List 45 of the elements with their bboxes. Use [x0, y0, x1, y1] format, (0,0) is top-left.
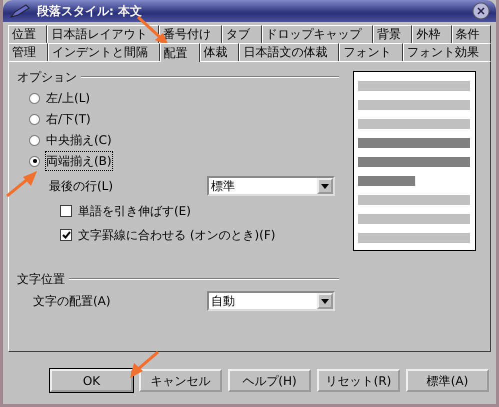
- section-title: 文字位置: [17, 271, 65, 288]
- dialog-button[interactable]: ヘルプ(H): [228, 369, 311, 392]
- annotation-arrow: [130, 350, 159, 378]
- radio-button[interactable]: [29, 134, 40, 146]
- checkbox-label: 文字罫線に合わせる (オンのとき)(F): [78, 227, 276, 244]
- radio-label: 左/上(L): [46, 90, 90, 107]
- dialog-button[interactable]: OK: [50, 369, 133, 392]
- tab[interactable]: 番号付け: [158, 25, 222, 43]
- caret-icon: [321, 184, 329, 188]
- tab[interactable]: タブ: [222, 25, 262, 43]
- tab[interactable]: 背景: [372, 25, 412, 43]
- annotation-arrow: [6, 171, 37, 198]
- dropdown[interactable]: 自動: [207, 291, 335, 311]
- checkbox[interactable]: [60, 205, 72, 217]
- tab[interactable]: ドロップキャップ: [262, 25, 373, 43]
- dropdown[interactable]: 標準: [207, 176, 335, 196]
- radio-button[interactable]: [29, 114, 40, 124]
- tab[interactable]: フォント効果: [403, 43, 492, 61]
- dialog-button[interactable]: キャンセル: [139, 369, 222, 392]
- dialog-button[interactable]: リセット(R): [317, 369, 400, 392]
- tab[interactable]: 管理: [8, 43, 48, 61]
- radio-button[interactable]: [29, 92, 40, 104]
- radio-label: 両端揃え(B): [46, 152, 112, 170]
- radio-button[interactable]: [29, 156, 40, 166]
- tab[interactable]: インデントと間隔: [48, 43, 160, 61]
- tab[interactable]: 外枠: [412, 25, 452, 43]
- checkbox[interactable]: [60, 229, 72, 241]
- tab[interactable]: フォント: [339, 43, 404, 61]
- tab[interactable]: 位置: [8, 25, 48, 43]
- caret-icon: [321, 298, 329, 304]
- dialog-button[interactable]: 標準(A): [406, 369, 489, 392]
- radio-label: 中央揃え(C): [46, 132, 112, 149]
- pencil-icon: [9, 3, 31, 19]
- radio-label: 右/下(T): [46, 111, 91, 128]
- close-icon[interactable]: [472, 2, 490, 20]
- window-title: 段落スタイル: 本文: [37, 3, 142, 20]
- tab[interactable]: 日本語レイアウト: [47, 25, 159, 43]
- section-title: オプション: [17, 69, 77, 86]
- tab[interactable]: 体裁: [200, 43, 240, 61]
- tab[interactable]: 条件: [452, 25, 491, 43]
- tab[interactable]: 日本語文の体裁: [239, 43, 340, 61]
- field-label: 最後の行(L): [49, 178, 114, 195]
- field-label: 文字の配置(A): [33, 293, 112, 310]
- tab[interactable]: 配置: [160, 43, 200, 62]
- checkbox-label: 単語を引き伸ばす(E): [78, 203, 191, 220]
